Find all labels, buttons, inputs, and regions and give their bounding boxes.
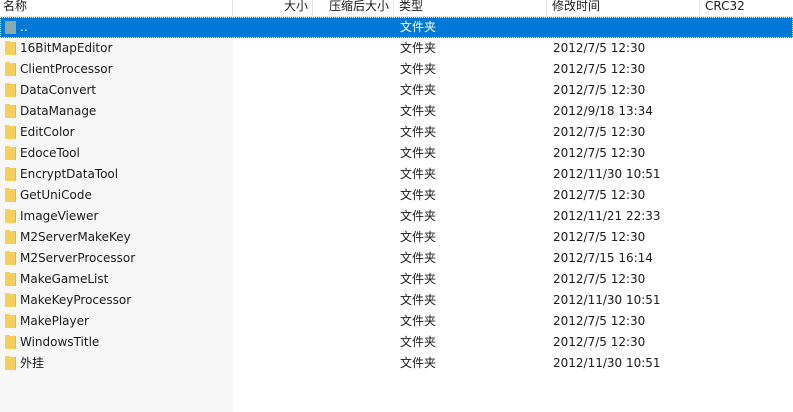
file-list-row[interactable]: DataManage 文件夹 2012/9/18 13:34 <box>0 101 793 122</box>
row-type: 文件夹 <box>400 188 437 202</box>
folder-icon <box>5 188 16 202</box>
row-modified: 2012/7/5 12:30 <box>553 230 646 244</box>
row-modified: 2012/7/5 12:30 <box>553 314 646 328</box>
row-type: 文件夹 <box>400 104 437 118</box>
folder-icon <box>5 293 16 307</box>
file-list-row[interactable]: M2ServerProcessor 文件夹 2012/7/15 16:14 <box>0 248 793 269</box>
file-list-row[interactable]: MakeGameList 文件夹 2012/7/5 12:30 <box>0 269 793 290</box>
column-header-modified[interactable]: 修改时间 <box>547 0 700 16</box>
row-modified: 2012/7/5 12:30 <box>553 335 646 349</box>
parent-folder-icon <box>5 21 16 34</box>
folder-icon <box>5 314 16 328</box>
focus-rectangle <box>0 17 793 38</box>
row-modified: 2012/7/5 12:30 <box>553 146 646 160</box>
folder-icon <box>5 272 16 286</box>
row-name: DataConvert <box>20 83 97 97</box>
column-header-type[interactable]: 类型 <box>394 0 547 16</box>
folder-icon <box>5 83 16 97</box>
file-list-row[interactable]: EdoceTool 文件夹 2012/7/5 12:30 <box>0 143 793 164</box>
file-list-row[interactable]: EncryptDataTool 文件夹 2012/11/30 10:51 <box>0 164 793 185</box>
row-type: 文件夹 <box>400 230 437 244</box>
column-header-bar: 名称 大小 压缩后大小 类型 修改时间 CRC32 <box>0 0 793 17</box>
file-list-panel: 名称 大小 压缩后大小 类型 修改时间 CRC32 .. 文件夹 16BitMapE… <box>0 0 793 412</box>
file-list-row[interactable]: ClientProcessor 文件夹 2012/7/5 12:30 <box>0 59 793 80</box>
file-list-row[interactable]: GetUniCode 文件夹 2012/7/5 12:30 <box>0 185 793 206</box>
file-list-row[interactable]: M2ServerMakeKey 文件夹 2012/7/5 12:30 <box>0 227 793 248</box>
file-list-row[interactable]: DataConvert 文件夹 2012/7/5 12:30 <box>0 80 793 101</box>
folder-icon <box>5 125 16 139</box>
folder-icon <box>5 209 16 223</box>
row-modified: 2012/7/15 16:14 <box>553 251 653 265</box>
row-name: MakePlayer <box>20 314 89 328</box>
row-name: DataManage <box>20 104 97 118</box>
row-modified: 2012/11/21 22:33 <box>553 209 661 223</box>
row-name: GetUniCode <box>20 188 92 202</box>
row-modified: 2012/7/5 12:30 <box>553 41 646 55</box>
file-list-row[interactable]: WindowsTitle 文件夹 2012/7/5 12:30 <box>0 332 793 353</box>
column-header-crc32[interactable]: CRC32 <box>700 0 793 16</box>
row-modified: 2012/7/5 12:30 <box>553 188 646 202</box>
file-list-row[interactable]: ImageViewer 文件夹 2012/11/21 22:33 <box>0 206 793 227</box>
row-name: EditColor <box>20 125 75 139</box>
file-list-row[interactable]: 外挂 文件夹 2012/11/30 10:51 <box>0 353 793 374</box>
row-type: 文件夹 <box>400 314 437 328</box>
file-list-row[interactable]: 16BitMapEditor 文件夹 2012/7/5 12:30 <box>0 38 793 59</box>
column-header-size[interactable]: 大小 <box>233 0 313 16</box>
row-type: 文件夹 <box>400 41 437 55</box>
row-name: M2ServerProcessor <box>20 251 136 265</box>
row-modified: 2012/7/5 12:30 <box>553 125 646 139</box>
row-name: WindowsTitle <box>20 335 100 349</box>
folder-icon <box>5 104 16 118</box>
row-name: MakeGameList <box>20 272 109 286</box>
row-name: MakeKeyProcessor <box>20 293 132 307</box>
row-type: 文件夹 <box>400 356 437 370</box>
row-name: ImageViewer <box>20 209 99 223</box>
folder-icon <box>5 41 16 55</box>
file-list-row[interactable]: MakePlayer 文件夹 2012/7/5 12:30 <box>0 311 793 332</box>
row-type: 文件夹 <box>400 167 437 181</box>
row-type: 文件夹 <box>400 20 437 34</box>
row-modified: 2012/7/5 12:30 <box>553 62 646 76</box>
row-type: 文件夹 <box>400 272 437 286</box>
folder-icon <box>5 146 16 160</box>
parent-directory-row[interactable]: .. 文件夹 <box>0 17 793 38</box>
row-type: 文件夹 <box>400 125 437 139</box>
column-header-name[interactable]: 名称 <box>0 0 233 16</box>
folder-icon <box>5 62 16 76</box>
row-name: 16BitMapEditor <box>20 41 113 55</box>
row-type: 文件夹 <box>400 209 437 223</box>
row-modified: 2012/7/5 12:30 <box>553 272 646 286</box>
file-list-row[interactable]: MakeKeyProcessor 文件夹 2012/11/30 10:51 <box>0 290 793 311</box>
folder-icon <box>5 251 16 265</box>
row-name: M2ServerMakeKey <box>20 230 131 244</box>
folder-icon <box>5 230 16 244</box>
row-type: 文件夹 <box>400 83 437 97</box>
folder-icon <box>5 167 16 181</box>
file-list-row[interactable]: EditColor 文件夹 2012/7/5 12:30 <box>0 122 793 143</box>
row-modified: 2012/11/30 10:51 <box>553 167 661 181</box>
row-name: EncryptDataTool <box>20 167 119 181</box>
row-modified: 2012/7/5 12:30 <box>553 83 646 97</box>
row-type: 文件夹 <box>400 335 437 349</box>
row-name: .. <box>20 20 28 34</box>
row-name: 外挂 <box>20 356 45 370</box>
folder-icon <box>5 335 16 349</box>
row-modified: 2012/11/30 10:51 <box>553 293 661 307</box>
row-modified: 2012/11/30 10:51 <box>553 356 661 370</box>
row-type: 文件夹 <box>400 62 437 76</box>
row-modified: 2012/9/18 13:34 <box>553 104 653 118</box>
row-type: 文件夹 <box>400 293 437 307</box>
folder-icon <box>5 356 16 370</box>
row-type: 文件夹 <box>400 146 437 160</box>
row-name: ClientProcessor <box>20 62 113 76</box>
row-name: EdoceTool <box>20 146 80 160</box>
column-header-packed-size[interactable]: 压缩后大小 <box>313 0 394 16</box>
row-type: 文件夹 <box>400 251 437 265</box>
